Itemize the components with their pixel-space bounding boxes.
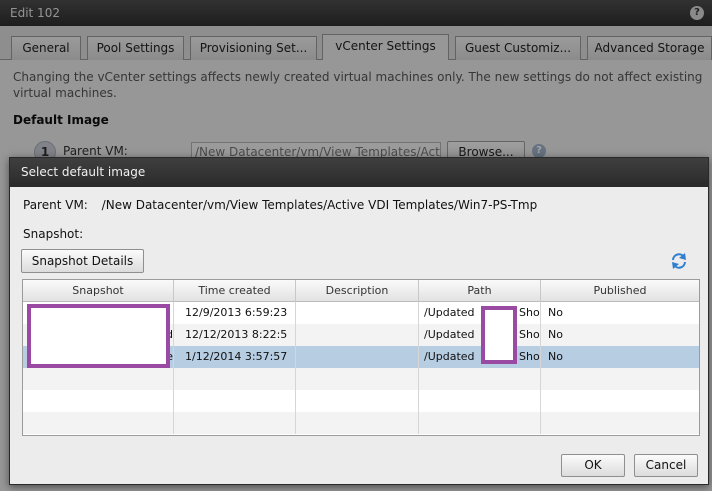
- path-value-tail: Sho: [519, 328, 540, 341]
- redaction-box: [27, 304, 170, 368]
- published-cell: No: [548, 306, 563, 319]
- table-header: Snapshot Time created Description Path P…: [23, 280, 699, 302]
- path-value-tail: Sho: [519, 350, 540, 363]
- path-value-tail: Sho: [519, 306, 540, 319]
- ok-button[interactable]: OK: [561, 454, 625, 477]
- empty-cell: [296, 368, 419, 390]
- column-header-snapshot[interactable]: Snapshot: [23, 280, 174, 302]
- empty-cell: [23, 412, 174, 434]
- column-header-description[interactable]: Description: [296, 280, 419, 302]
- path-cell: /Updated Sho: [419, 346, 541, 368]
- empty-cell: [419, 368, 541, 390]
- snapshot-label: Snapshot:: [23, 227, 84, 241]
- parent-vm-label: Parent VM:: [23, 198, 88, 212]
- column-header-path[interactable]: Path: [419, 280, 541, 302]
- path-cell: /Updated Sho: [419, 324, 541, 346]
- column-header-time-created[interactable]: Time created: [174, 280, 296, 302]
- empty-table-row: [23, 368, 699, 390]
- description-cell: [296, 346, 419, 368]
- published-cell: No: [548, 350, 563, 363]
- snapshot-details-button[interactable]: Snapshot Details: [21, 249, 144, 273]
- empty-cell: [174, 412, 296, 434]
- empty-cell: [296, 390, 419, 412]
- empty-cell: [174, 390, 296, 412]
- empty-cell: [541, 368, 699, 390]
- column-header-published[interactable]: Published: [541, 280, 699, 302]
- empty-cell: [296, 412, 419, 434]
- path-cell: /Updated Sho: [419, 302, 541, 324]
- description-cell: [296, 302, 419, 324]
- path-value: /Updated: [424, 328, 475, 341]
- time-created-cell: 1/12/2014 3:57:57: [174, 346, 296, 368]
- time-created-cell: 12/9/2013 6:59:23: [174, 302, 296, 324]
- empty-cell: [174, 368, 296, 390]
- dialog-title: Select default image: [10, 158, 708, 187]
- published-cell: No: [548, 328, 563, 341]
- empty-cell: [23, 390, 174, 412]
- redaction-box: [481, 306, 517, 364]
- empty-cell: [541, 390, 699, 412]
- parent-vm-value: /New Datacenter/vm/View Templates/Active…: [101, 198, 538, 212]
- parent-vm-row: Parent VM: /New Datacenter/vm/View Templ…: [23, 198, 537, 212]
- empty-cell: [419, 412, 541, 434]
- empty-table-row: [23, 390, 699, 412]
- path-value: /Updated: [424, 306, 475, 319]
- time-created-cell: 12/12/2013 8:22:5: [174, 324, 296, 346]
- empty-cell: [23, 368, 174, 390]
- path-value: /Updated: [424, 350, 475, 363]
- select-default-image-dialog: Select default image Parent VM: /New Dat…: [9, 157, 709, 485]
- refresh-icon[interactable]: [670, 252, 688, 270]
- empty-table-row: [23, 412, 699, 434]
- snapshot-table: Snapshot Time created Description Path P…: [22, 279, 700, 436]
- empty-cell: [541, 412, 699, 434]
- description-cell: [296, 324, 419, 346]
- cancel-button[interactable]: Cancel: [634, 454, 698, 477]
- empty-cell: [419, 390, 541, 412]
